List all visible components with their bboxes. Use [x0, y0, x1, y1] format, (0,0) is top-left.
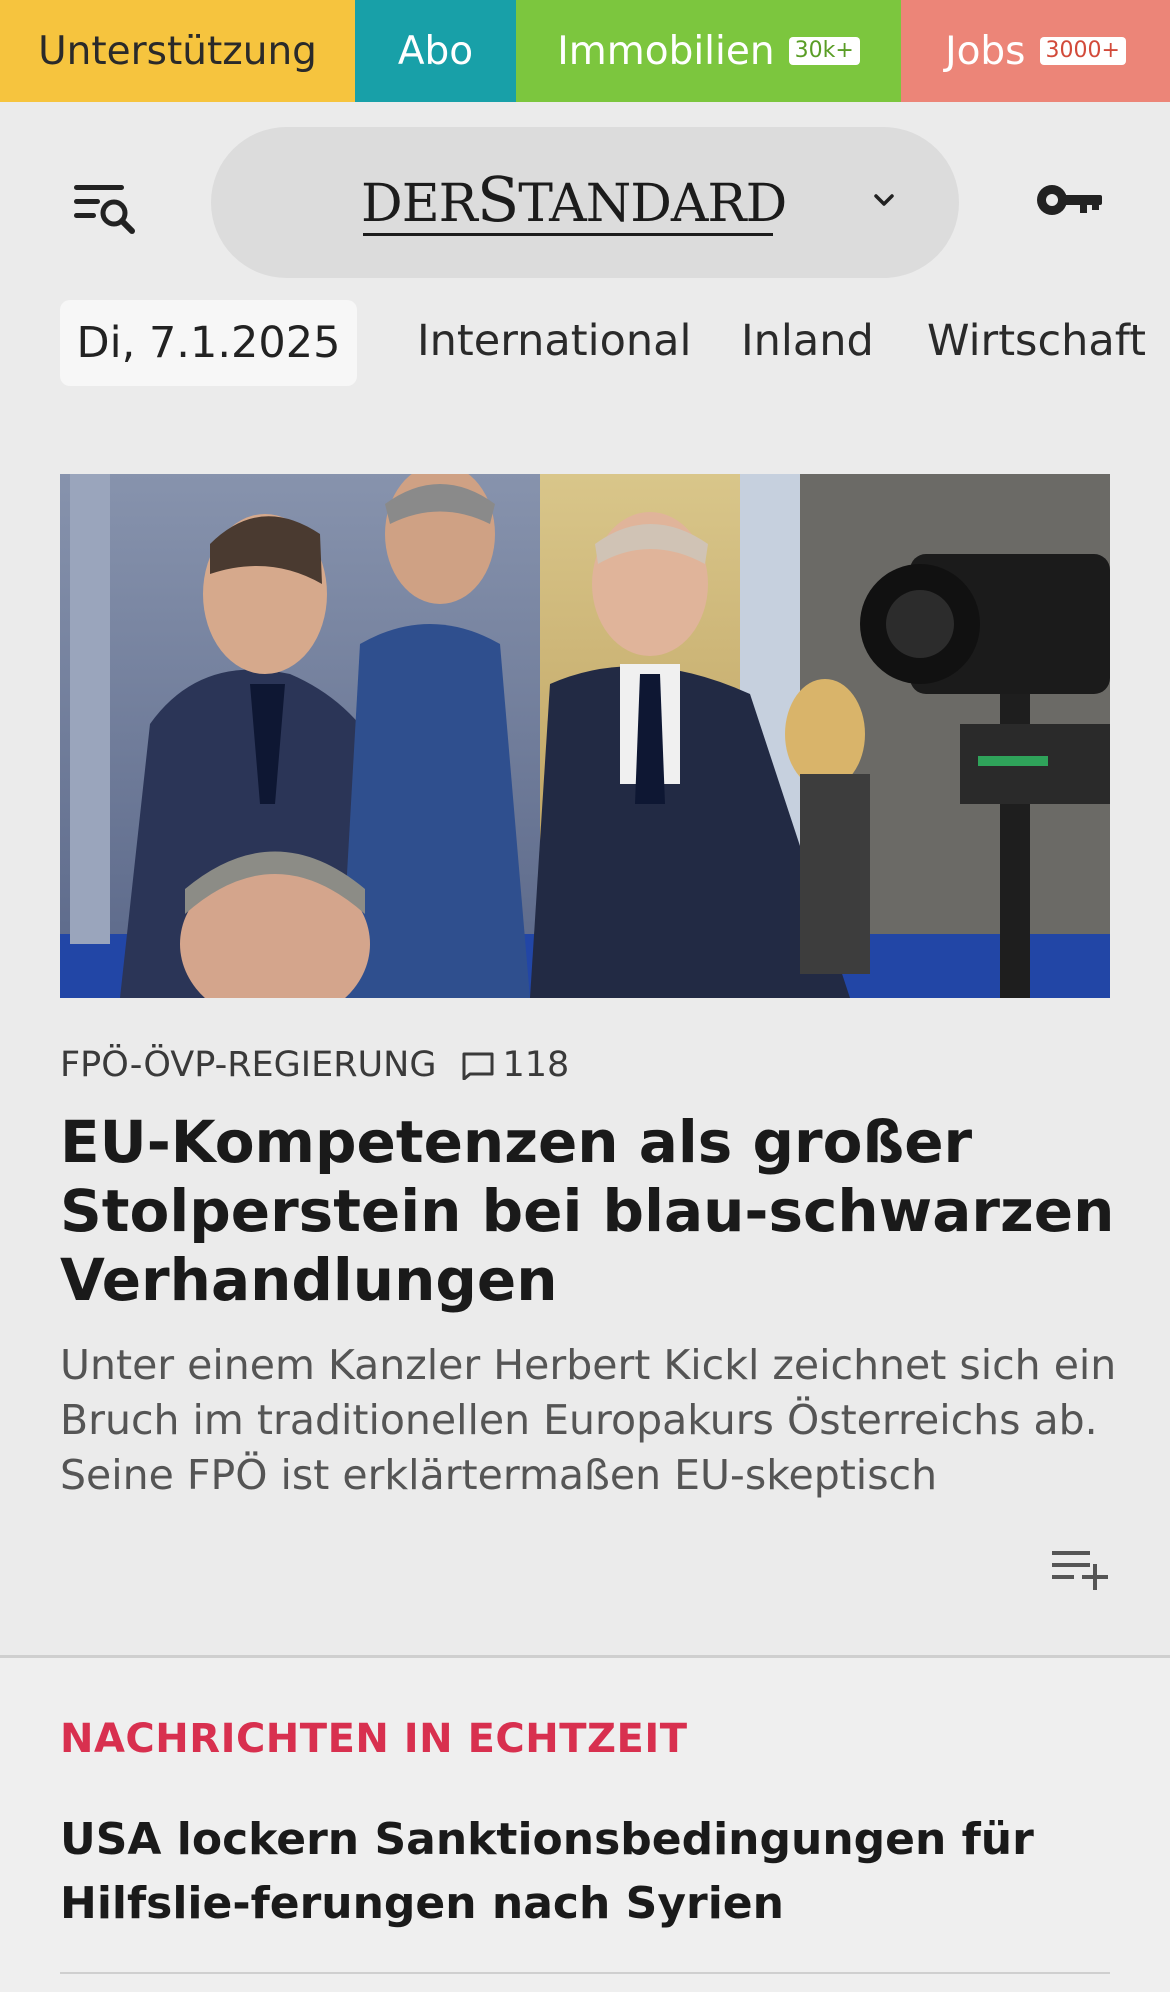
article-headline[interactable]: EU-Kompetenzen als großer Stolperstein b…	[60, 1108, 1120, 1315]
add-to-list-icon	[1052, 1551, 1108, 1590]
key-icon	[1037, 185, 1102, 215]
add-to-list-button[interactable]	[1050, 1545, 1112, 1593]
login-button[interactable]	[1034, 178, 1106, 222]
article-kicker[interactable]: FPÖ-ÖVP-REGIERUNG 118	[60, 1045, 569, 1085]
chevron-down-icon	[874, 194, 894, 206]
hero-photo[interactable]	[60, 474, 1110, 998]
jobs-label: Jobs	[945, 28, 1026, 74]
menu-search-icon	[74, 185, 135, 234]
abo-label: Abo	[397, 28, 474, 74]
comment-count[interactable]: 118	[502, 1045, 569, 1085]
category-bar: Di, 7.1.2025 International Inland Wirtsc…	[0, 298, 1170, 390]
kicker-label: FPÖ-ÖVP-REGIERUNG	[60, 1045, 437, 1085]
date-badge[interactable]: Di, 7.1.2025	[60, 300, 357, 386]
support-label: Unterstützung	[38, 28, 317, 74]
immobilien-label: Immobilien	[557, 28, 775, 74]
category-wirtschaft[interactable]: Wirtschaft	[927, 316, 1146, 366]
immobilien-badge: 30k+	[788, 37, 860, 65]
edition-switcher[interactable]: DERSTANDARD	[211, 127, 959, 278]
category-international[interactable]: International	[417, 316, 691, 366]
jobs-link[interactable]: Jobs 3000+	[901, 0, 1170, 102]
immobilien-link[interactable]: Immobilien 30k+	[516, 0, 901, 102]
menu-search-button[interactable]	[66, 175, 140, 237]
live-news-headline[interactable]: USA lockern Sanktionsbedingungen für Hil…	[60, 1808, 1120, 1936]
article-teaser[interactable]: Unter einem Kanzler Herbert Kickl zeichn…	[60, 1338, 1120, 1503]
site-header: DERSTANDARD	[0, 102, 1170, 288]
jobs-badge: 3000+	[1039, 37, 1126, 65]
logo-underline	[363, 233, 773, 236]
site-logo[interactable]: DERSTANDARD	[361, 163, 787, 236]
live-news-divider	[60, 1972, 1110, 1974]
top-nav: Unterstützung Abo Immobilien 30k+ Jobs 300…	[0, 0, 1170, 102]
category-inland[interactable]: Inland	[741, 316, 874, 366]
comment-icon	[462, 1052, 494, 1080]
hero-photo-illustration	[60, 474, 1110, 998]
abo-link[interactable]: Abo	[355, 0, 516, 102]
live-news-title[interactable]: NACHRICHTEN IN ECHTZEIT	[60, 1716, 688, 1762]
support-link[interactable]: Unterstützung	[0, 0, 355, 102]
live-news-section: NACHRICHTEN IN ECHTZEIT USA lockern Sank…	[0, 1658, 1170, 1992]
